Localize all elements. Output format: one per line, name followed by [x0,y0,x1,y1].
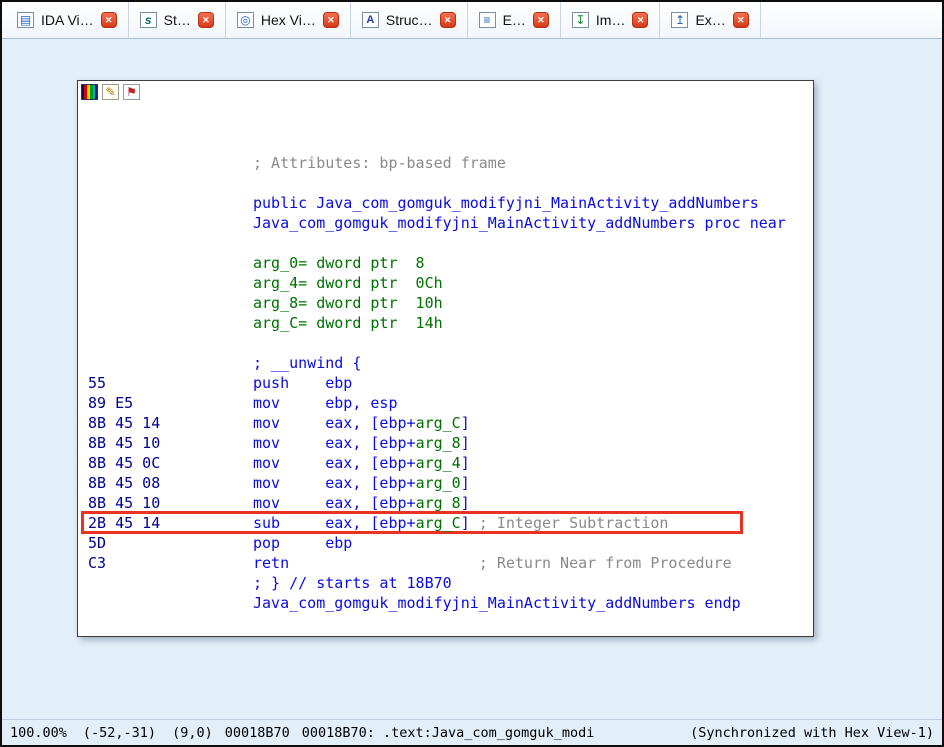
instruction-text: Java_com_gomguk_modifyjni_MainActivity_a… [253,594,741,612]
instruction-text: ; } // starts at 18B70 [253,574,452,592]
instruction-text: arg_4= dword ptr 0Ch [253,274,443,292]
tab-close-icon[interactable]: ✕ [100,12,117,28]
status-address: 00018B70 [224,724,290,741]
tab-structures[interactable]: A Struc… ✕ [351,2,468,38]
opcode-bytes: 55 [88,374,107,392]
disasm-line[interactable]: Java_com_gomguk_modifyjni_MainActivity_a… [78,213,813,233]
tab-label: E… [502,12,526,28]
status-cell: (9,0) [172,724,213,741]
instruction-text: pop ebp [253,534,353,552]
tab-exports[interactable]: ↥ Ex… ✕ [660,2,761,38]
status-zoom: 100.00% [10,724,67,741]
opcode-bytes: 2B 45 14 [88,514,161,532]
tab-bar: ▤ IDA Vi… ✕ s St… ✕ ◎ Hex Vi… ✕ A Struc… ✕ ≡ E… ✕ ↧ Im… ✕… [2,2,942,39]
instruction-text: mov eax, [ebp+arg_0] [253,474,470,492]
tab-label: Ex… [695,12,726,28]
instruction-text: arg_0= dword ptr 8 [253,254,425,272]
disasm-line[interactable]: ; Attributes: bp-based frame [78,153,813,173]
disasm-line[interactable]: ; __unwind { [78,353,813,373]
disasm-line[interactable]: public Java_com_gomguk_modifyjni_MainAct… [78,193,813,213]
disasm-line[interactable]: 89 E5 mov ebp, esp [78,393,813,413]
status-bar: 100.00% (-52,-31) (9,0) 00018B70 00018B7… [2,719,942,745]
tab-hex-view[interactable]: ◎ Hex Vi… ✕ [226,2,351,38]
instruction-text: Java_com_gomguk_modifyjni_MainActivity_a… [253,214,786,232]
enums-icon: ≡ [478,12,496,28]
instruction-text: public Java_com_gomguk_modifyjni_MainAct… [253,194,759,212]
flag-icon[interactable]: ⚑ [123,84,140,100]
disasm-blank-line [78,333,813,353]
strings-icon: s [139,12,157,28]
tab-label: Struc… [385,12,433,28]
disasm-blank-line [78,133,813,153]
disasm-line[interactable]: arg_0= dword ptr 8 [78,253,813,273]
tab-close-icon[interactable]: ✕ [197,12,214,28]
disasm-line[interactable]: 8B 45 0C mov eax, [ebp+arg_4] [78,453,813,473]
opcode-bytes: 8B 45 10 [88,494,161,512]
tab-label: St… [163,12,191,28]
disasm-line[interactable]: C3 retn ; Return Near from Procedure [78,553,813,573]
instruction-text: mov eax, [ebp+arg_8] [253,434,470,452]
tab-label: Im… [595,12,626,28]
instruction-text: retn ; Return Near from Procedure [253,554,732,572]
tab-close-icon[interactable]: ✕ [532,12,549,28]
tab-close-icon[interactable]: ✕ [632,12,649,28]
instruction-text: mov eax, [ebp+arg_4] [253,454,470,472]
disasm-line[interactable]: 8B 45 14 mov eax, [ebp+arg_C] [78,413,813,433]
status-location: 00018B70: .text:Java_com_gomguk_modi [301,724,595,741]
disasm-line[interactable]: 8B 45 10 mov eax, [ebp+arg_8] [78,433,813,453]
disasm-line[interactable]: arg_C= dword ptr 14h [78,313,813,333]
instruction-text: mov ebp, esp [253,394,398,412]
tab-label: IDA Vi… [41,12,94,28]
disasm-line[interactable]: 2B 45 14 sub eax, [ebp+arg_C] ; Integer S… [78,511,813,534]
tab-close-icon[interactable]: ✕ [732,12,749,28]
disassembly: ; Attributes: bp-based frame public Java_… [78,103,813,613]
exports-icon: ↥ [671,12,689,28]
disasm-blank-line [78,233,813,253]
disasm-line[interactable]: arg_8= dword ptr 10h [78,293,813,313]
disasm-line[interactable]: 8B 45 10 mov eax, [ebp+arg_8] [78,493,813,513]
tab-label: Hex Vi… [260,12,316,28]
hex-view-icon: ◎ [236,12,254,28]
opcode-bytes: 8B 45 08 [88,474,161,492]
tab-ida-view[interactable]: ▤ IDA Vi… ✕ [6,2,129,38]
opcode-bytes: 89 E5 [88,394,134,412]
opcode-bytes: 8B 45 14 [88,414,161,432]
instruction-text: mov eax, [ebp+arg_8] [253,494,470,512]
instruction-text: mov eax, [ebp+arg_C] [253,414,470,432]
tab-close-icon[interactable]: ✕ [439,12,456,28]
opcode-bytes: C3 [88,554,107,572]
instruction-text: arg_C= dword ptr 14h [253,314,443,332]
opcode-bytes: 8B 45 0C [88,454,161,472]
workspace: ✎ ⚑ ; Attributes: bp-based frame public Ja… [2,39,942,719]
edit-icon[interactable]: ✎ [102,84,119,100]
instruction-text: sub eax, [ebp+arg_C] ; Integer Subtracti… [253,514,669,532]
structures-icon: A [361,12,379,28]
opcode-bytes: 5D [88,534,107,552]
ida-view-icon: ▤ [17,12,34,28]
instruction-text: ; __unwind { [253,354,362,372]
disasm-blank-line [78,173,813,193]
status-sync: (Synchronized with Hex View-1) [690,724,934,741]
instruction-text: push ebp [253,374,353,392]
disasm-line[interactable]: arg_4= dword ptr 0Ch [78,273,813,293]
disasm-line[interactable]: 5D pop ebp [78,533,813,553]
tab-close-icon[interactable]: ✕ [322,12,339,28]
disasm-line[interactable]: ; } // starts at 18B70 [78,573,813,593]
disassembly-panel: ✎ ⚑ ; Attributes: bp-based frame public Ja… [77,80,814,637]
ida-window: ▤ IDA Vi… ✕ s St… ✕ ◎ Hex Vi… ✕ A Struc… ✕ ≡ E… ✕ ↧ Im… ✕… [0,0,944,747]
disasm-line[interactable]: Java_com_gomguk_modifyjni_MainActivity_a… [78,593,813,613]
tab-enums[interactable]: ≡ E… ✕ [468,2,561,38]
disasm-line[interactable]: 55 push ebp [78,373,813,393]
instruction-text: ; Attributes: bp-based frame [253,154,506,172]
disasm-blank-line [78,113,813,133]
tab-imports[interactable]: ↧ Im… ✕ [561,2,661,38]
status-coords: (-52,-31) [82,724,157,741]
navigation-band-icon[interactable] [81,84,98,100]
instruction-text: arg_8= dword ptr 10h [253,294,443,312]
tab-strings[interactable]: s St… ✕ [129,2,226,38]
opcode-bytes: 8B 45 10 [88,434,161,452]
panel-toolbar: ✎ ⚑ [78,81,813,103]
disasm-line[interactable]: 8B 45 08 mov eax, [ebp+arg_0] [78,473,813,493]
imports-icon: ↧ [571,12,589,28]
